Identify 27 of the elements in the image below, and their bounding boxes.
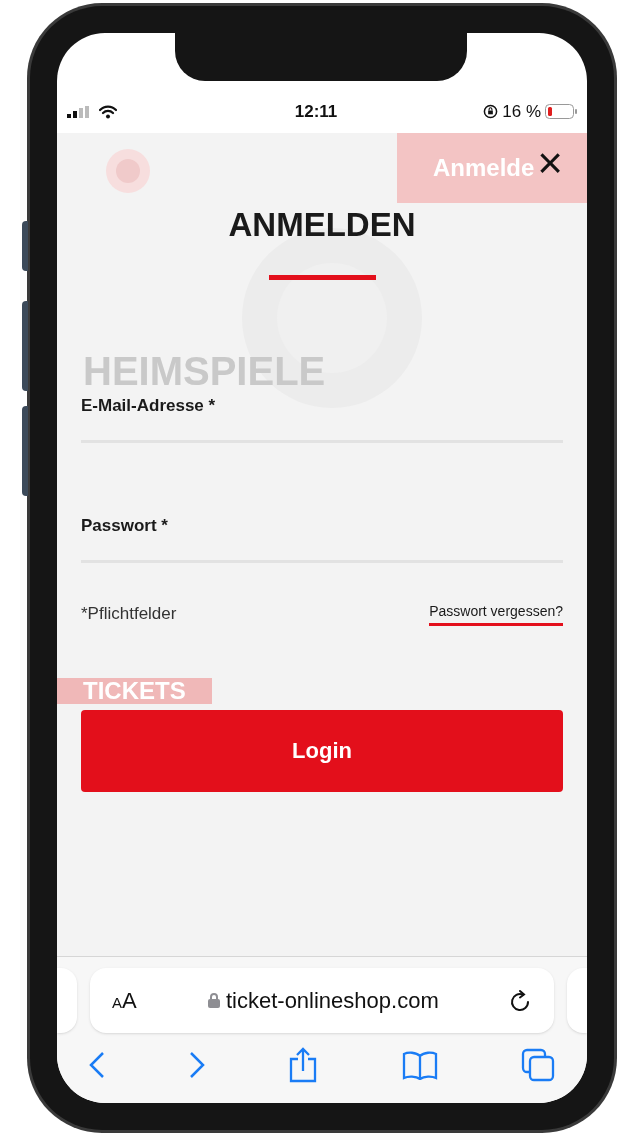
share-icon[interactable] — [288, 1047, 318, 1083]
lock-icon — [207, 993, 220, 1008]
field-label: E-Mail-Adresse * — [81, 396, 216, 415]
reload-icon[interactable] — [510, 988, 532, 1013]
clock-time: 12:11 — [293, 100, 339, 123]
dialog-title: ANMELDEN — [227, 205, 417, 245]
forward-icon[interactable] — [188, 1051, 205, 1079]
field-label: Passwort * — [81, 516, 168, 535]
book-icon[interactable] — [401, 1050, 438, 1080]
signal-icon — [67, 105, 89, 118]
required-note: *Pflichtfelder — [81, 603, 177, 625]
back-icon[interactable] — [89, 1051, 105, 1079]
input-field[interactable]: Passwort * — [81, 513, 563, 563]
text-size-button[interactable]: AA — [112, 984, 137, 1017]
background-tag: TICKETS — [57, 678, 212, 704]
forgot-password-link[interactable]: Passwort vergessen? — [429, 601, 563, 627]
tabs-icon[interactable] — [521, 1048, 555, 1082]
address-bar[interactable]: AA ticket-onlineshop.com — [90, 968, 554, 1033]
url-text: ticket-onlineshop.com — [225, 987, 439, 1015]
wifi-icon — [99, 104, 117, 119]
battery-icon — [545, 104, 577, 119]
close-button[interactable]: × — [537, 147, 563, 179]
login-button[interactable]: Login — [81, 709, 563, 792]
logo-icon — [105, 148, 151, 194]
rotation-lock-icon — [483, 104, 499, 119]
input-field[interactable]: E-Mail-Adresse * — [81, 393, 563, 443]
battery-percent: 16 % — [502, 100, 541, 123]
